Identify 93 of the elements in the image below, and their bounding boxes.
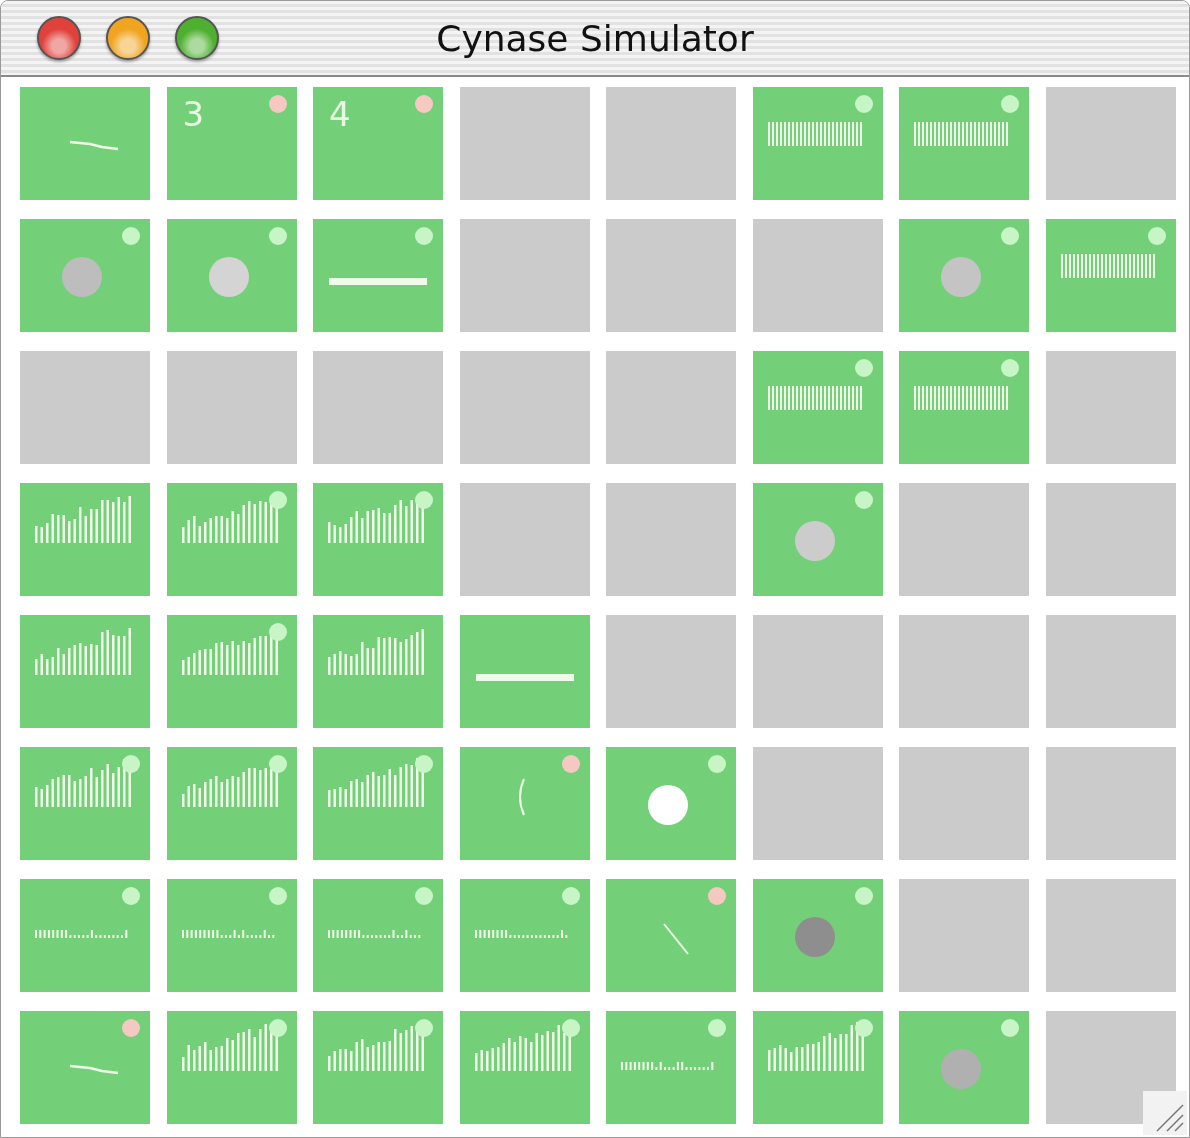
- empty-slot[interactable]: [899, 615, 1029, 728]
- module-tile[interactable]: [313, 219, 443, 332]
- trace-line-icon: [69, 1064, 119, 1075]
- empty-slot[interactable]: [1045, 879, 1176, 992]
- module-tile[interactable]: 3: [166, 87, 297, 200]
- empty-slot[interactable]: [1045, 747, 1176, 860]
- module-tile[interactable]: [899, 219, 1029, 332]
- bar-graph-icon: [328, 629, 424, 675]
- dot-row-icon: [621, 1062, 714, 1070]
- empty-slot[interactable]: [606, 87, 736, 200]
- comb-icon: [914, 386, 1008, 410]
- module-tile[interactable]: [606, 747, 736, 860]
- empty-slot[interactable]: [313, 351, 443, 464]
- module-tile[interactable]: [166, 747, 297, 860]
- comb-icon: [1060, 254, 1155, 278]
- bar-graph-icon: [35, 628, 131, 675]
- window-title: Cynase Simulator: [436, 17, 754, 59]
- module-tile[interactable]: [20, 879, 150, 992]
- module-tile[interactable]: [20, 483, 150, 596]
- empty-slot[interactable]: [899, 879, 1029, 992]
- module-tile[interactable]: [20, 1011, 150, 1124]
- comb-icon: [914, 122, 1008, 146]
- empty-slot[interactable]: [899, 483, 1029, 596]
- module-tile[interactable]: [166, 615, 297, 728]
- module-tile[interactable]: [459, 615, 590, 728]
- comb-icon: [767, 122, 862, 146]
- module-tile[interactable]: [166, 1011, 297, 1124]
- module-tile[interactable]: [20, 219, 150, 332]
- empty-slot[interactable]: [20, 351, 150, 464]
- bar-graph-icon: [181, 765, 278, 807]
- empty-slot[interactable]: [606, 351, 736, 464]
- tile-number: 4: [329, 97, 351, 131]
- empty-slot[interactable]: [459, 219, 590, 332]
- dot-row-icon: [474, 930, 567, 938]
- dot-row-icon: [181, 930, 274, 938]
- module-tile[interactable]: [313, 747, 443, 860]
- module-tile[interactable]: [752, 483, 883, 596]
- comb-icon: [767, 386, 862, 410]
- module-tile[interactable]: [899, 87, 1029, 200]
- module-tile[interactable]: 4: [313, 87, 443, 200]
- module-tile[interactable]: [1045, 219, 1176, 332]
- module-tile[interactable]: [459, 1011, 590, 1124]
- module-tile[interactable]: [20, 615, 150, 728]
- bar-graph-icon: [328, 1026, 424, 1071]
- bar-graph-icon: [181, 1021, 278, 1071]
- empty-slot[interactable]: [459, 87, 590, 200]
- module-tile[interactable]: [752, 87, 883, 200]
- module-tile[interactable]: [899, 1011, 1029, 1124]
- module-tile[interactable]: [166, 219, 297, 332]
- resize-grip-icon[interactable]: [1143, 1091, 1187, 1135]
- minimize-button[interactable]: [106, 16, 150, 60]
- close-button[interactable]: [37, 16, 81, 60]
- empty-slot[interactable]: [1045, 351, 1176, 464]
- slash-icon: [663, 923, 689, 955]
- module-tile[interactable]: [459, 879, 590, 992]
- module-tile[interactable]: [166, 483, 297, 596]
- dot-row-icon: [328, 930, 421, 938]
- module-tile[interactable]: [459, 747, 590, 860]
- module-tile[interactable]: [752, 351, 883, 464]
- module-tile[interactable]: [899, 351, 1029, 464]
- empty-slot[interactable]: [1045, 615, 1176, 728]
- bar-graph-icon: [767, 1022, 864, 1071]
- module-tile[interactable]: [313, 1011, 443, 1124]
- empty-slot[interactable]: [606, 615, 736, 728]
- empty-slot[interactable]: [752, 219, 883, 332]
- empty-slot[interactable]: [606, 483, 736, 596]
- trace-line-icon: [69, 140, 119, 151]
- dot-row-icon: [35, 930, 128, 938]
- zoom-button[interactable]: [175, 16, 219, 60]
- arc-icon: [518, 778, 525, 816]
- empty-slot[interactable]: [1045, 87, 1176, 200]
- bar-graph-icon: [181, 500, 278, 543]
- module-tile[interactable]: [20, 747, 150, 860]
- module-tile[interactable]: [313, 879, 443, 992]
- empty-slot[interactable]: [899, 747, 1029, 860]
- tile-number: 3: [182, 97, 205, 131]
- module-tile[interactable]: [313, 615, 443, 728]
- module-tile[interactable]: [313, 483, 443, 596]
- empty-slot[interactable]: [459, 483, 590, 596]
- empty-slot[interactable]: [606, 219, 736, 332]
- bar-graph-icon: [474, 1025, 571, 1071]
- module-tile[interactable]: [606, 879, 736, 992]
- module-tile[interactable]: [166, 879, 297, 992]
- bar-graph-icon: [35, 496, 131, 543]
- empty-slot[interactable]: [752, 615, 883, 728]
- module-tile[interactable]: [752, 879, 883, 992]
- empty-slot[interactable]: [166, 351, 297, 464]
- empty-slot[interactable]: [752, 747, 883, 860]
- empty-slot[interactable]: [1045, 483, 1176, 596]
- empty-slot[interactable]: [459, 351, 590, 464]
- module-tile[interactable]: [752, 1011, 883, 1124]
- module-tile[interactable]: [20, 87, 150, 200]
- module-tile[interactable]: [606, 1011, 736, 1124]
